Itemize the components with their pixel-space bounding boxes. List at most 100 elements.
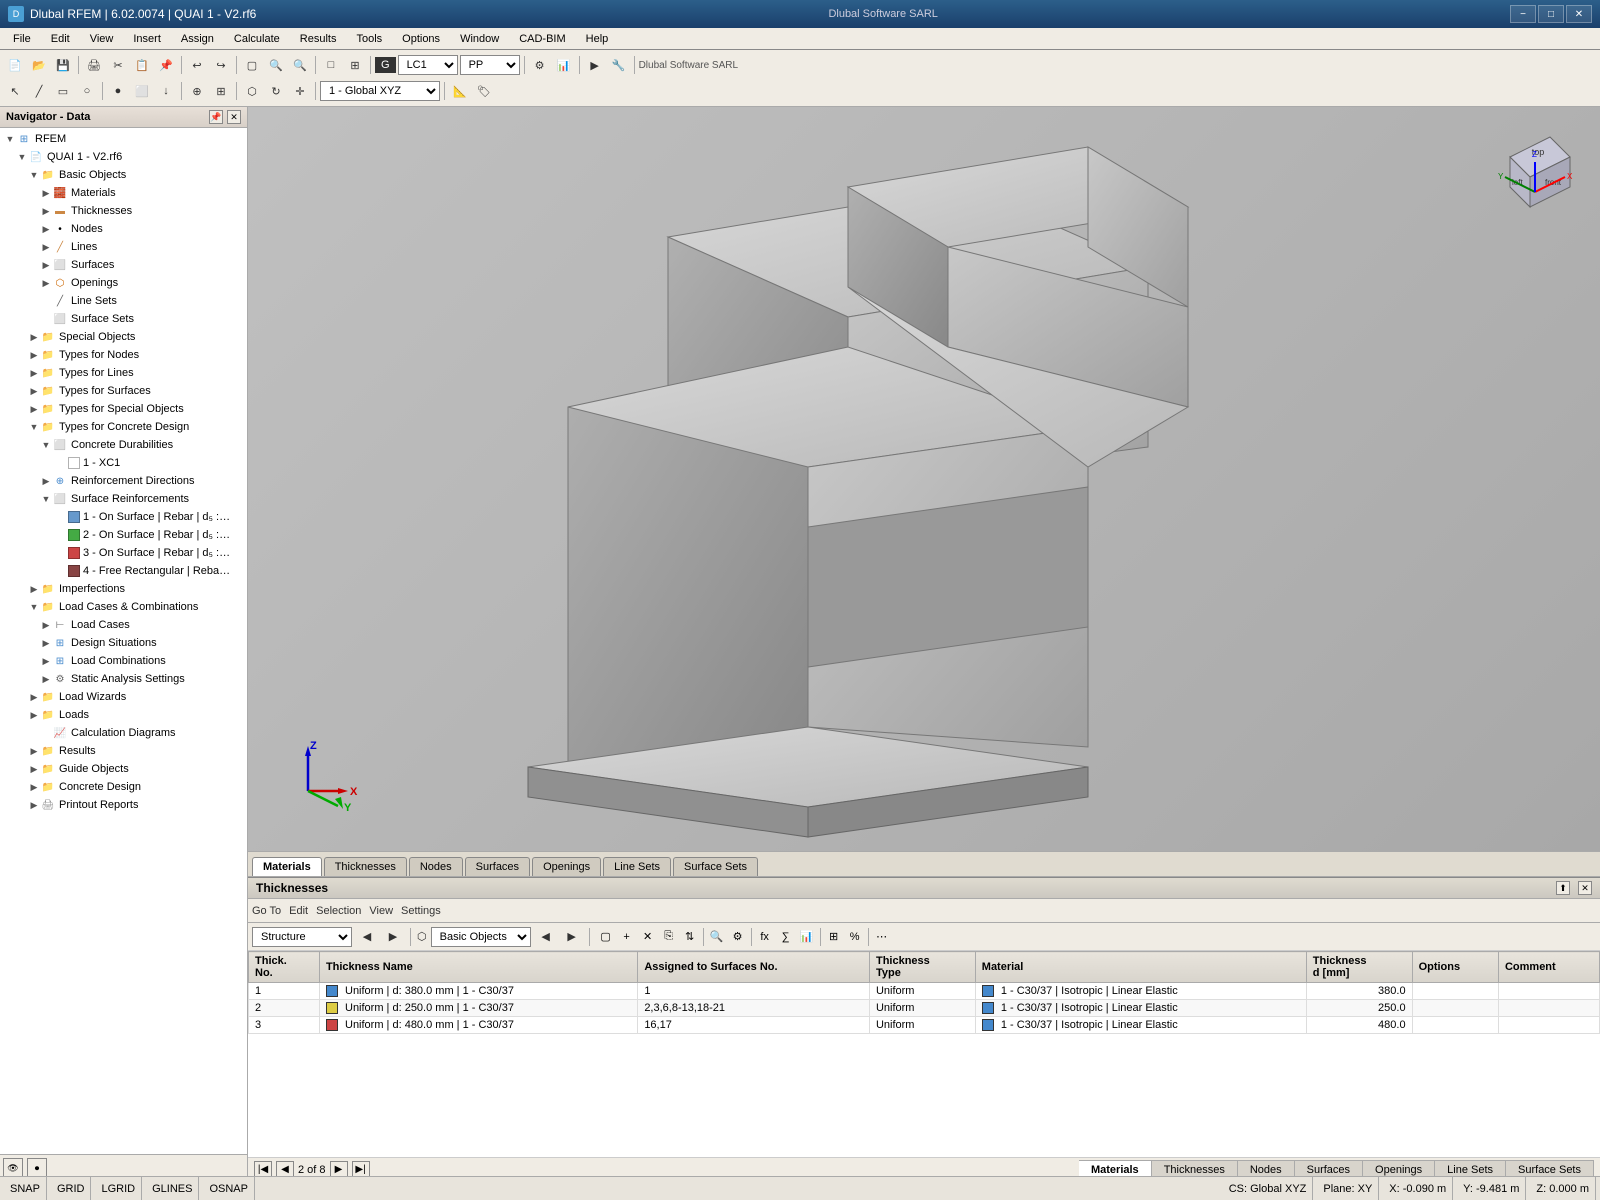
nav-pin-button[interactable]: 📌 (209, 110, 223, 124)
expand-lines[interactable]: ▶ (40, 241, 52, 253)
expand-types-nodes[interactable]: ▶ (28, 349, 40, 361)
tree-item-materials[interactable]: ▶ 🧱 Materials (0, 184, 247, 202)
bp-icon-fx[interactable]: fx (755, 927, 775, 947)
minimize-button[interactable]: − (1510, 5, 1536, 23)
tree-item-reinf-1[interactable]: 1 - On Surface | Rebar | d₅ : 10.0 m (0, 508, 247, 526)
tb-paste[interactable]: 📌 (155, 54, 177, 76)
tb2-circle[interactable]: ○ (76, 80, 98, 102)
bt-prev-btn[interactable]: ◀ (356, 926, 378, 948)
bp-icon-sort[interactable]: ⇅ (680, 927, 700, 947)
expand-special[interactable]: ▶ (28, 331, 40, 343)
tree-item-line-sets[interactable]: ╱ Line Sets (0, 292, 247, 310)
tb-new[interactable]: 📄 (4, 54, 26, 76)
vtab-thicknesses[interactable]: Thicknesses (324, 857, 407, 876)
expand-surface-reinf[interactable]: ▼ (40, 493, 52, 505)
menu-results[interactable]: Results (291, 30, 346, 48)
expand-surface-sets[interactable] (40, 313, 52, 325)
bp-icon-settings[interactable]: ⚙ (728, 927, 748, 947)
status-lgrid[interactable]: LGRID (95, 1177, 142, 1200)
expand-reinf-2[interactable] (52, 529, 64, 541)
nav-close-button[interactable]: ✕ (227, 110, 241, 124)
bottom-panel-expand-btn[interactable]: ⬆ (1556, 881, 1570, 895)
expand-printout[interactable]: ▶ (28, 799, 40, 811)
bottom-panel-close-btn[interactable]: ✕ (1578, 881, 1592, 895)
tb-results[interactable]: 📊 (553, 54, 575, 76)
bp-icon-filter[interactable]: 🔍 (707, 927, 727, 947)
tb2-surface[interactable]: ⬜ (131, 80, 153, 102)
tree-item-imperfections[interactable]: ▶ 📁 Imperfections (0, 580, 247, 598)
expand-guide[interactable]: ▶ (28, 763, 40, 775)
bp-icon-select[interactable]: ▢ (596, 927, 616, 947)
expand-quai[interactable]: ▼ (16, 151, 28, 163)
tree-item-reinf-3[interactable]: 3 - On Surface | Rebar | d₅ : 12.0 m (0, 544, 247, 562)
bp-icon-percent[interactable]: % (845, 927, 865, 947)
tree-item-surface-sets[interactable]: ⬜ Surface Sets (0, 310, 247, 328)
lc-combo[interactable]: LC1 (398, 55, 458, 75)
menu-view[interactable]: View (81, 30, 123, 48)
tb2-node[interactable]: ● (107, 80, 129, 102)
bp-icon-add[interactable]: + (617, 927, 637, 947)
tree-item-lines[interactable]: ▶ ╱ Lines (0, 238, 247, 256)
bp-icon-calc[interactable]: ∑ (776, 927, 796, 947)
expand-imperfections[interactable]: ▶ (28, 583, 40, 595)
tree-item-surface-reinf[interactable]: ▼ ⬜ Surface Reinforcements (0, 490, 247, 508)
tb2-measure[interactable]: 📐 (449, 80, 471, 102)
vtab-line-sets[interactable]: Line Sets (603, 857, 671, 876)
tb-cut[interactable]: ✂ (107, 54, 129, 76)
nav-record-btn[interactable]: ⏺ (27, 1158, 47, 1178)
coord-system-combo[interactable]: 1 - Global XYZ (320, 81, 440, 101)
tree-item-basic-objects[interactable]: ▼ 📁 Basic Objects (0, 166, 247, 184)
expand-static[interactable]: ▶ (40, 673, 52, 685)
tb2-label[interactable]: 🏷 (473, 80, 495, 102)
tree-item-types-nodes[interactable]: ▶ 📁 Types for Nodes (0, 346, 247, 364)
tree-item-results[interactable]: ▶ 📁 Results (0, 742, 247, 760)
menu-assign[interactable]: Assign (172, 30, 223, 48)
tree-item-loads[interactable]: ▶ 📁 Loads (0, 706, 247, 724)
expand-types-lines[interactable]: ▶ (28, 367, 40, 379)
tree-item-concrete-design[interactable]: ▶ 📁 Concrete Design (0, 778, 247, 796)
expand-reinf-3[interactable] (52, 547, 64, 559)
expand-reinf-1[interactable] (52, 511, 64, 523)
tb2-rect[interactable]: ▭ (52, 80, 74, 102)
expand-types-surfaces[interactable]: ▶ (28, 385, 40, 397)
expand-load-wizards[interactable]: ▶ (28, 691, 40, 703)
tb2-snap[interactable]: ⊕ (186, 80, 208, 102)
expand-concrete-dur[interactable]: ▼ (40, 439, 52, 451)
vtab-nodes[interactable]: Nodes (409, 857, 463, 876)
menu-edit[interactable]: Edit (42, 30, 79, 48)
tree-item-thicknesses[interactable]: ▶ ▬ Thicknesses (0, 202, 247, 220)
menu-window[interactable]: Window (451, 30, 508, 48)
bp-view[interactable]: View (369, 905, 393, 917)
table-row[interactable]: 3 Uniform | d: 480.0 mm | 1 - C30/37 16,… (249, 1017, 1600, 1034)
tb-render[interactable]: ▶ (584, 54, 606, 76)
expand-reinf-dir[interactable]: ▶ (40, 475, 52, 487)
tree-item-reinf-dir[interactable]: ▶ ⊕ Reinforcement Directions (0, 472, 247, 490)
menu-help[interactable]: Help (577, 30, 618, 48)
tree-item-load-combos[interactable]: ▶ ⊞ Load Combinations (0, 652, 247, 670)
bp-icon-table[interactable]: ⊞ (824, 927, 844, 947)
bp-icon-delete[interactable]: ✕ (638, 927, 658, 947)
tb-settings[interactable]: 🔧 (608, 54, 630, 76)
tb2-line[interactable]: ╱ (28, 80, 50, 102)
tree-item-types-concrete[interactable]: ▼ 📁 Types for Concrete Design (0, 418, 247, 436)
expand-concrete-design[interactable]: ▶ (28, 781, 40, 793)
expand-surfaces[interactable]: ▶ (40, 259, 52, 271)
maximize-button[interactable]: □ (1538, 5, 1564, 23)
expand-design-sit[interactable]: ▶ (40, 637, 52, 649)
expand-openings[interactable]: ▶ (40, 277, 52, 289)
viewport-3d[interactable]: top left front X Y Z (248, 107, 1600, 851)
bp-selection[interactable]: Selection (316, 905, 361, 917)
tree-item-guide-objects[interactable]: ▶ 📁 Guide Objects (0, 760, 247, 778)
bt-combo-next[interactable]: ▶ (561, 926, 583, 948)
menu-calculate[interactable]: Calculate (225, 30, 289, 48)
tree-item-calc-diagrams[interactable]: 📈 Calculation Diagrams (0, 724, 247, 742)
tree-item-rfem[interactable]: ▼ ⊞ RFEM (0, 130, 247, 148)
status-glines[interactable]: GLINES (146, 1177, 199, 1200)
table-row[interactable]: 1 Uniform | d: 380.0 mm | 1 - C30/37 1 U… (249, 983, 1600, 1000)
tb-view-3d[interactable]: □ (320, 54, 342, 76)
tb-print[interactable]: 🖨 (83, 54, 105, 76)
tree-item-design-sit[interactable]: ▶ ⊞ Design Situations (0, 634, 247, 652)
expand-line-sets[interactable] (40, 295, 52, 307)
tree-item-concrete-1[interactable]: 1 - XC1 (0, 454, 247, 472)
status-snap[interactable]: SNAP (4, 1177, 47, 1200)
